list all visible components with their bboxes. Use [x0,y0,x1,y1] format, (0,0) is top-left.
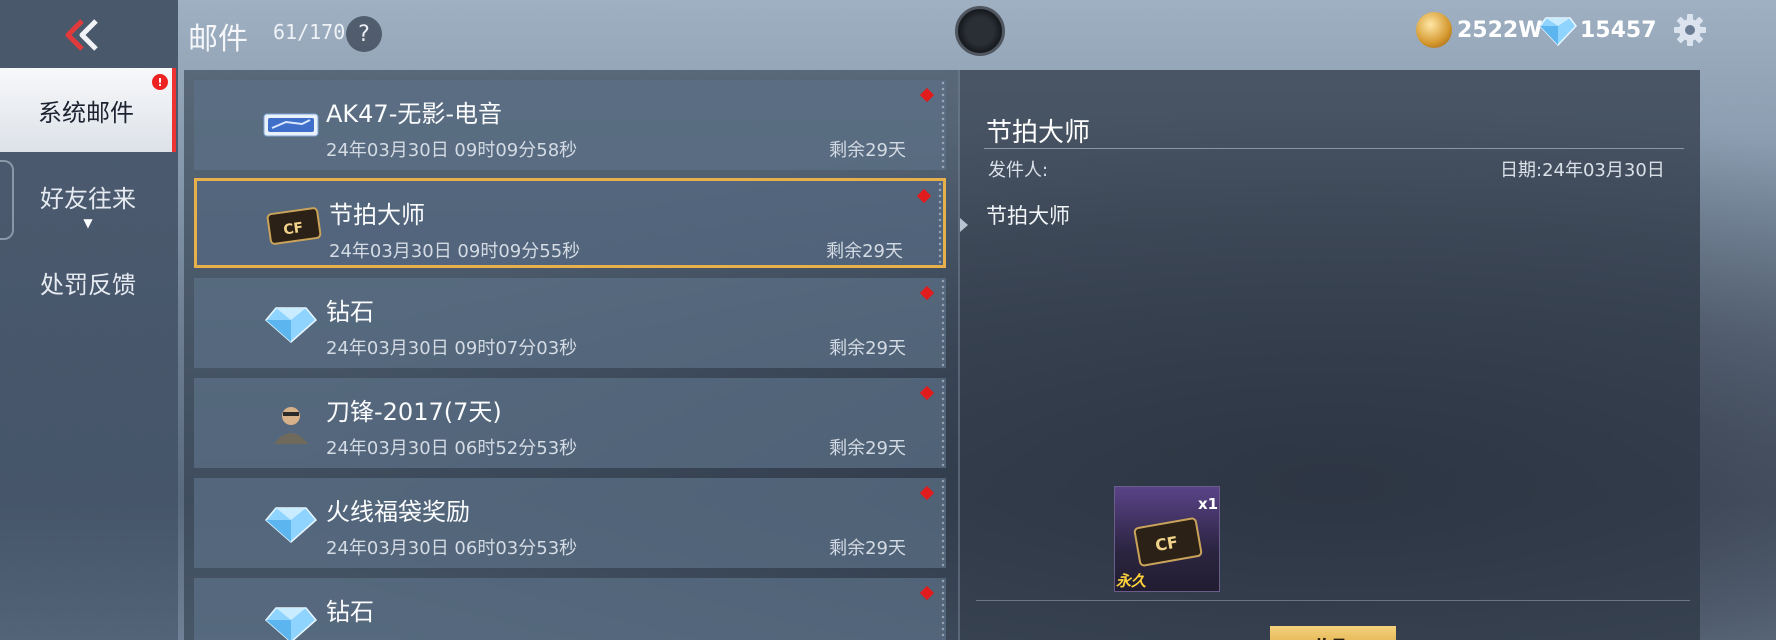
decorative-dots [940,378,946,468]
back-button[interactable] [52,10,112,60]
detail-title: 节拍大师 [986,118,1091,148]
mail-title: 钻石 [326,598,374,626]
mail-remaining: 剩余29天 [826,241,903,262]
diamond-icon [264,607,318,640]
decorative-dots [940,278,946,368]
mail-title: 刀锋-2017(7天) [326,398,502,426]
svg-text:CF: CF [1154,532,1180,555]
alert-badge-icon: ! [152,74,168,90]
unread-dot-icon [919,285,935,301]
mail-list[interactable]: AK47-无影-电音 24年03月30日 09时09分58秒 剩余29天 CF … [184,70,958,640]
mail-title: AK47-无影-电音 [326,100,503,128]
mail-title: 节拍大师 [329,201,425,229]
claim-button[interactable]: 收取 [1270,626,1396,640]
mail-date: 24年03月30日 09时07分03秒 [326,338,578,359]
divider [976,600,1690,601]
divider [984,148,1684,149]
mail-item[interactable]: AK47-无影-电音 24年03月30日 09时09分58秒 剩余29天 [194,80,946,170]
sender-label: 发件人: [988,160,1049,181]
unread-dot-icon [919,585,935,601]
mail-title: 钻石 [326,298,374,326]
tab-label: 处罚反馈 [40,270,136,299]
mail-item[interactable]: 刀锋-2017(7天) 24年03月30日 06时52分53秒 剩余29天 [194,378,946,468]
tab-penalty-feedback[interactable]: 处罚反馈 [0,240,176,324]
floating-assist-button[interactable] [955,6,1005,56]
mail-date: 24年03月30日 09时09分55秒 [329,241,581,262]
decorative-dots [940,80,946,170]
gold-balance: 2522W [1457,18,1543,43]
mail-remaining: 剩余29天 [829,438,906,459]
decorative-dots [937,181,943,265]
tab-friend-mail[interactable]: 好友往来 ▼ [0,154,176,238]
detail-date: 日期:24年03月30日 [1500,160,1665,181]
dropdown-triangle-icon: ▼ [83,216,93,230]
tab-system-mail[interactable]: 系统邮件 ! [0,68,176,152]
mail-item[interactable]: 钻石 [194,578,946,640]
permanent-tag: 永久 [1116,572,1147,590]
left-nav: 系统邮件 ! 好友往来 ▼ 处罚反馈 [0,0,178,640]
decorative-dots [940,478,946,568]
mail-count: 61/170 [273,20,346,44]
tab-label: 好友往来 [40,184,136,213]
selection-pointer-icon [960,218,968,232]
tab-label: 系统邮件 [38,98,134,127]
diamond-icon[interactable] [1538,12,1578,48]
decorative-dots [940,578,946,640]
help-icon: ? [358,21,370,47]
mail-item[interactable]: 火线福袋奖励 24年03月30日 06时03分53秒 剩余29天 [194,478,946,568]
double-chevron-left-icon [65,19,98,51]
unread-dot-icon [919,385,935,401]
mail-title: 火线福袋奖励 [326,498,470,526]
page-title: 邮件 [188,22,248,57]
mail-date: 24年03月30日 06时52分53秒 [326,438,578,459]
mail-remaining: 剩余29天 [829,338,906,359]
mail-date: 24年03月30日 06时03分53秒 [326,538,578,559]
diamond-icon [264,507,318,543]
attachment-count: x1 [1198,495,1219,513]
gear-icon[interactable] [1672,12,1708,48]
unread-dot-icon [916,188,932,204]
diamond-balance: 15457 [1580,18,1657,43]
mail-date: 24年03月30日 09时09分58秒 [326,140,578,161]
mail-item[interactable]: CF 节拍大师 24年03月30日 09时09分55秒 剩余29天 [194,178,946,268]
svg-text:CF: CF [282,220,304,239]
diamond-icon [264,307,318,343]
detail-body: 节拍大师 [986,204,1070,228]
mail-remaining: 剩余29天 [829,140,906,161]
weapon-card-icon [263,113,319,137]
unread-dot-icon [919,485,935,501]
help-button[interactable]: ? [346,16,382,52]
mail-item[interactable]: 钻石 24年03月30日 09时07分03秒 剩余29天 [194,278,946,368]
mail-remaining: 剩余29天 [829,538,906,559]
gold-coin-icon[interactable] [1416,12,1452,48]
unread-dot-icon [919,87,935,103]
character-icon [274,407,308,444]
cf-badge-icon: CF [266,207,322,245]
decorative-bracket [0,160,14,240]
